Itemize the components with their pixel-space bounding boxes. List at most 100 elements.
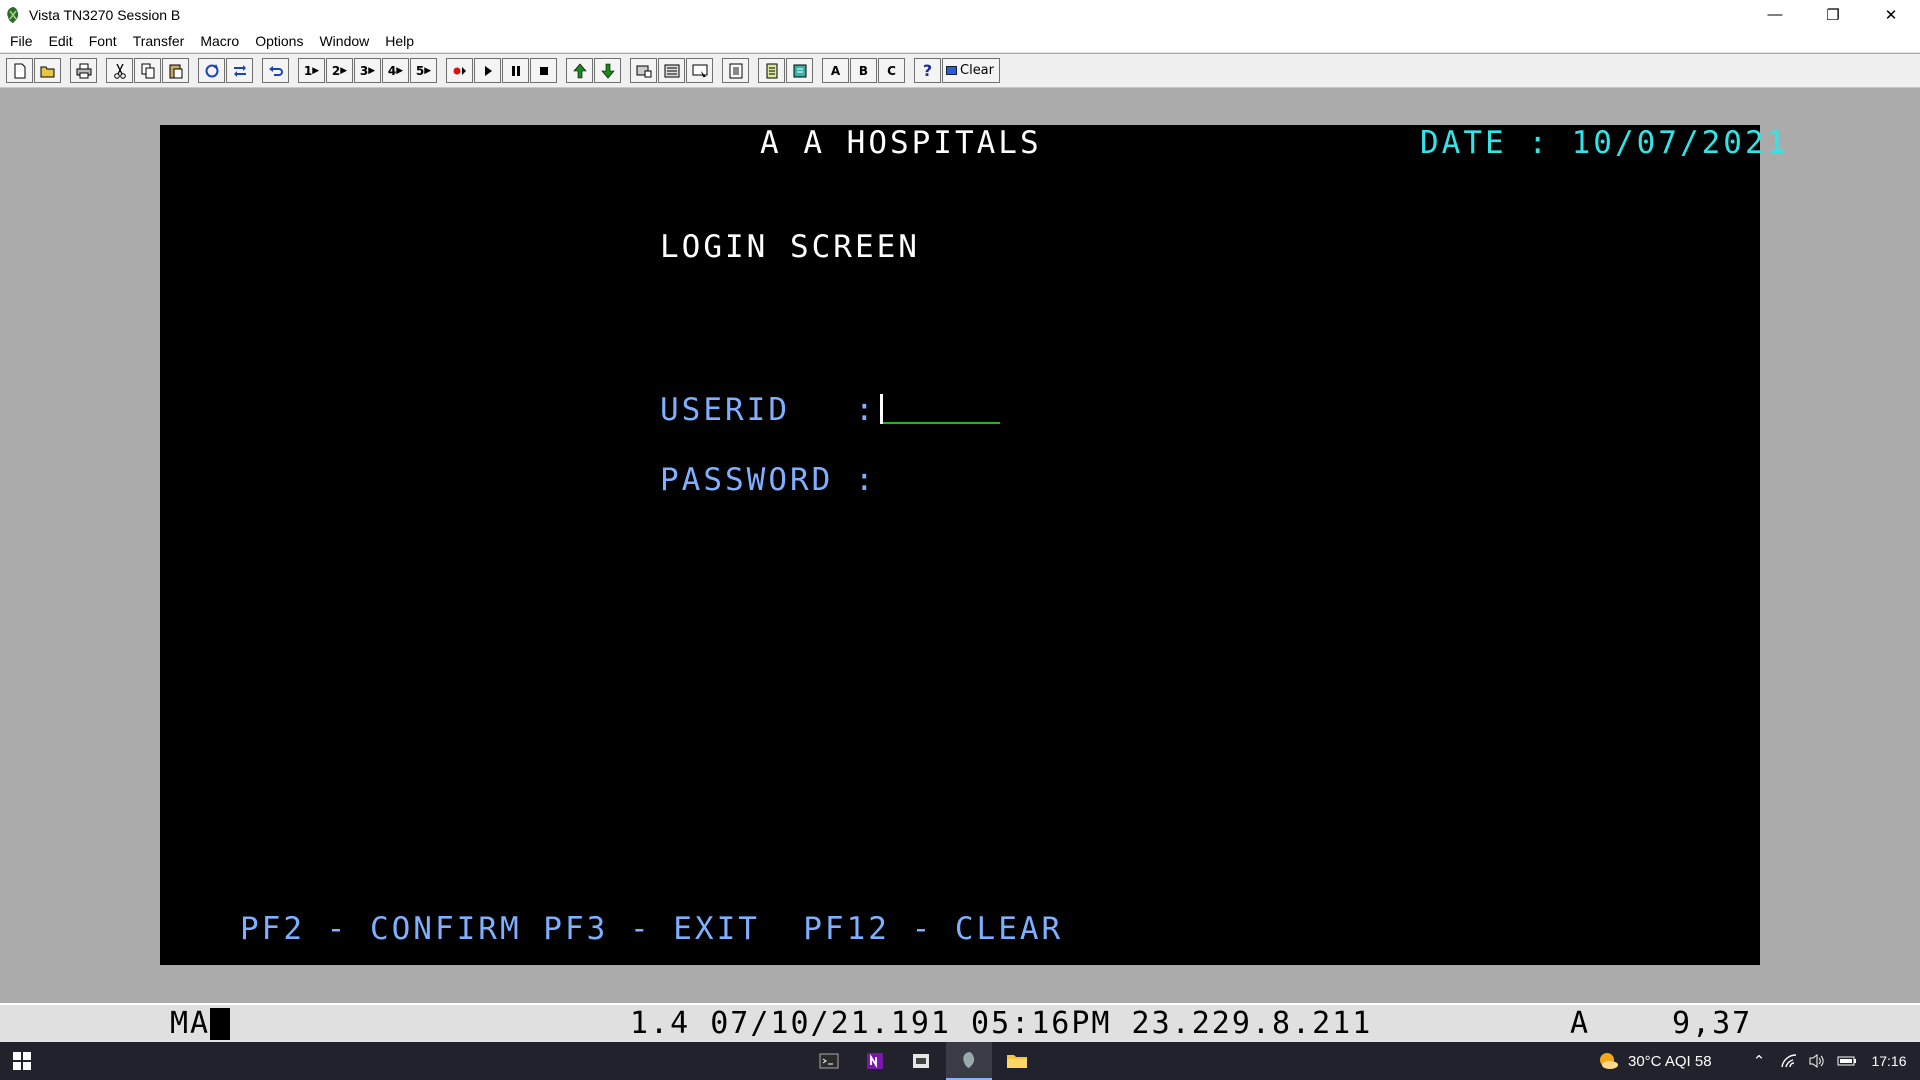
disconnect-button[interactable] xyxy=(226,58,253,83)
workspace: A A HOSPITALS DATE : 10/07/2021 LOGIN SC… xyxy=(0,89,1920,1001)
letter-c-button[interactable]: C xyxy=(878,58,905,83)
date-label: DATE : 10/07/2021 xyxy=(1420,125,1789,161)
restore-button[interactable]: ❐ xyxy=(1804,0,1862,29)
refresh-icon xyxy=(205,63,218,77)
session-letter: A xyxy=(1570,1006,1591,1041)
menu-window[interactable]: Window xyxy=(312,33,378,49)
taskbar-vista-tn3270-app[interactable] xyxy=(946,1042,992,1080)
speaker-icon xyxy=(1809,1054,1824,1068)
script-button[interactable] xyxy=(786,58,813,83)
copy-button[interactable] xyxy=(134,58,161,83)
macro-5-button[interactable]: 5 ▶ xyxy=(410,58,437,83)
trace-button[interactable] xyxy=(722,58,749,83)
network-button[interactable] xyxy=(1776,1042,1802,1080)
macro-1-button[interactable]: 1 ▶ xyxy=(298,58,325,83)
clear-icon xyxy=(946,66,957,75)
connect-button[interactable] xyxy=(198,58,225,83)
session-info: 1.4 07/10/21.191 05:16PM 23.229.8.211 xyxy=(630,1006,1373,1041)
printer-icon xyxy=(76,63,91,78)
clock[interactable]: 17:16 xyxy=(1862,1042,1916,1080)
menu-help[interactable]: Help xyxy=(378,33,423,49)
download-button[interactable] xyxy=(594,58,621,83)
letter-a-button[interactable]: A xyxy=(822,58,849,83)
window-title: Vista TN3270 Session B xyxy=(29,6,181,23)
copy-icon xyxy=(141,63,154,78)
stop-button[interactable] xyxy=(530,58,557,83)
app-icon xyxy=(7,6,19,23)
notes-button[interactable] xyxy=(758,58,785,83)
pause-icon xyxy=(511,65,520,76)
undo-button[interactable] xyxy=(262,58,289,83)
arrow-up-icon xyxy=(572,63,587,78)
taskbar-app-generic[interactable] xyxy=(900,1042,942,1080)
screen-capture-icon xyxy=(692,64,707,77)
show-hidden-icons-button[interactable]: ⌃ xyxy=(1744,1042,1774,1080)
menu-font[interactable]: Font xyxy=(82,33,126,49)
trace-icon xyxy=(729,63,742,78)
record-icon xyxy=(453,66,466,75)
play-arrow-icon: ▶ xyxy=(396,65,404,76)
session-settings-button[interactable] xyxy=(630,58,657,83)
letter-b-button[interactable]: B xyxy=(850,58,877,83)
taskbar-onenote-app[interactable] xyxy=(854,1042,896,1080)
new-file-icon xyxy=(14,63,25,78)
close-button[interactable]: ✕ xyxy=(1862,0,1920,29)
weather-info[interactable]: 30°C AQI 58 xyxy=(1628,1042,1738,1080)
app-window-icon xyxy=(913,1054,929,1068)
weather-icon[interactable] xyxy=(1594,1042,1622,1080)
help-button[interactable]: ? xyxy=(914,58,941,83)
clear-button[interactable]: Clear xyxy=(942,58,1000,83)
open-folder-button[interactable] xyxy=(34,58,61,83)
taskbar-terminal-app[interactable] xyxy=(808,1042,850,1080)
script-icon xyxy=(793,64,806,77)
folder-icon xyxy=(1007,1055,1027,1068)
cursor-position: 9,37 xyxy=(1672,1006,1753,1041)
menu-macro[interactable]: Macro xyxy=(193,33,248,49)
status-mode: MA xyxy=(170,1006,211,1041)
terminal-app-icon xyxy=(819,1053,839,1069)
windows-taskbar: 30°C AQI 58 ⌃ 17:16 xyxy=(0,1042,1920,1080)
terminal-screen[interactable]: A A HOSPITALS DATE : 10/07/2021 LOGIN SC… xyxy=(160,125,1785,965)
taskbar-file-explorer[interactable] xyxy=(996,1042,1038,1080)
screen-capture-button[interactable] xyxy=(686,58,713,83)
battery-button[interactable] xyxy=(1834,1042,1860,1080)
hospital-header-title: A A HOSPITALS xyxy=(760,125,1042,161)
keyboard-map-button[interactable] xyxy=(658,58,685,83)
paste-button[interactable] xyxy=(162,58,189,83)
text-cursor xyxy=(880,394,883,424)
stop-icon xyxy=(539,66,548,75)
menu-file[interactable]: File xyxy=(3,33,42,49)
cut-button[interactable] xyxy=(106,58,133,83)
pause-button[interactable] xyxy=(502,58,529,83)
status-bar: MA 1.4 07/10/21.191 05:16PM 23.229.8.211… xyxy=(0,1003,1920,1042)
macro-2-button[interactable]: 2 ▶ xyxy=(326,58,353,83)
new-file-button[interactable] xyxy=(6,58,33,83)
userid-input[interactable] xyxy=(880,394,1000,424)
volume-button[interactable] xyxy=(1804,1042,1830,1080)
undo-icon xyxy=(268,65,283,76)
menu-transfer[interactable]: Transfer xyxy=(126,33,194,49)
play-arrow-icon: ▶ xyxy=(312,65,320,76)
play-arrow-icon: ▶ xyxy=(340,65,348,76)
window-controls: — ❐ ✕ xyxy=(1746,0,1920,29)
help-icon: ? xyxy=(922,61,933,80)
macro-button-group: 1 ▶ 2 ▶ 3 ▶ 4 ▶ 5 ▶ xyxy=(298,58,438,83)
keyboard-map-icon xyxy=(664,64,679,77)
password-input[interactable] xyxy=(884,462,1004,498)
start-button[interactable] xyxy=(0,1042,44,1080)
record-macro-button[interactable] xyxy=(446,58,473,83)
play-button[interactable] xyxy=(474,58,501,83)
print-button[interactable] xyxy=(70,58,97,83)
play-arrow-icon: ▶ xyxy=(368,65,376,76)
upload-button[interactable] xyxy=(566,58,593,83)
menu-options[interactable]: Options xyxy=(248,33,312,49)
menu-edit[interactable]: Edit xyxy=(42,33,82,49)
macro-4-button[interactable]: 4 ▶ xyxy=(382,58,409,83)
minimize-button[interactable]: — xyxy=(1746,0,1804,29)
notepad-icon xyxy=(766,63,777,78)
open-folder-icon xyxy=(40,66,54,77)
onenote-icon xyxy=(867,1053,883,1069)
macro-3-button[interactable]: 3 ▶ xyxy=(354,58,381,83)
login-screen-title: LOGIN SCREEN xyxy=(660,229,920,265)
status-cursor-block xyxy=(210,1008,230,1040)
